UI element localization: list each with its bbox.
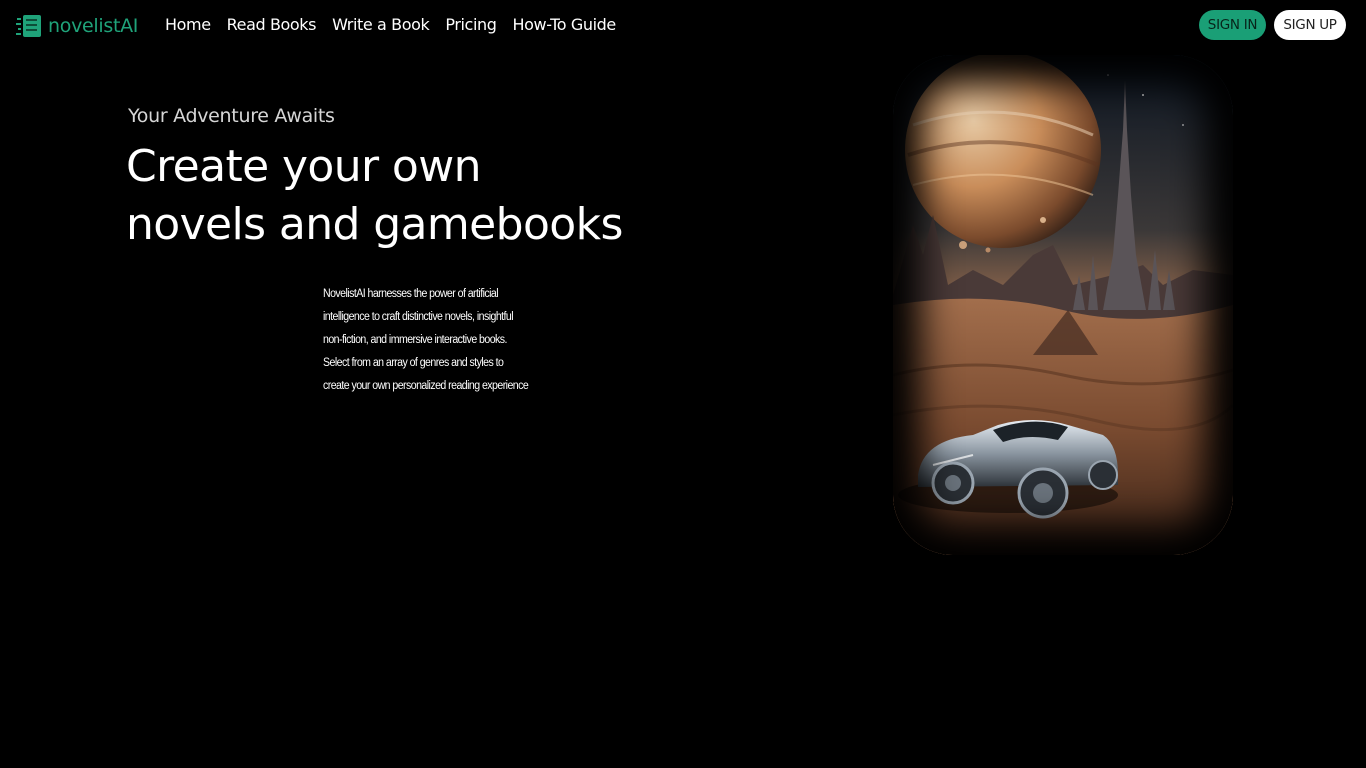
scifi-landscape-image [893, 55, 1233, 555]
hero-headline-line-2: novels and gamebooks [126, 199, 623, 250]
nav-link-home[interactable]: Home [165, 14, 211, 36]
hero-illustration [893, 55, 1233, 555]
brand-logo-link[interactable]: novelistAI [16, 14, 138, 38]
main-nav: Home Read Books Write a Book Pricing How… [165, 14, 616, 36]
hero-eyebrow: Your Adventure Awaits [128, 105, 335, 127]
nav-link-how-to-guide[interactable]: How-To Guide [513, 14, 617, 36]
hero-headline-line-1: Create your own [126, 141, 482, 192]
landing-page: novelistAI Home Read Books Write a Book … [0, 0, 1366, 768]
nav-link-read-books[interactable]: Read Books [227, 14, 317, 36]
nav-link-pricing[interactable]: Pricing [445, 14, 497, 36]
brand-name: novelistAI [48, 15, 139, 37]
sign-in-button[interactable]: SIGN IN [1199, 10, 1266, 40]
book-stack-icon [16, 15, 41, 37]
nav-link-write-a-book[interactable]: Write a Book [332, 14, 430, 36]
hero-headline: Create your own novels and gamebooks [126, 138, 746, 254]
hero-description: NovelistAI harnesses the power of artifi… [323, 288, 529, 392]
sign-up-button[interactable]: SIGN UP [1274, 10, 1346, 40]
top-navbar: novelistAI Home Read Books Write a Book … [0, 0, 1366, 50]
